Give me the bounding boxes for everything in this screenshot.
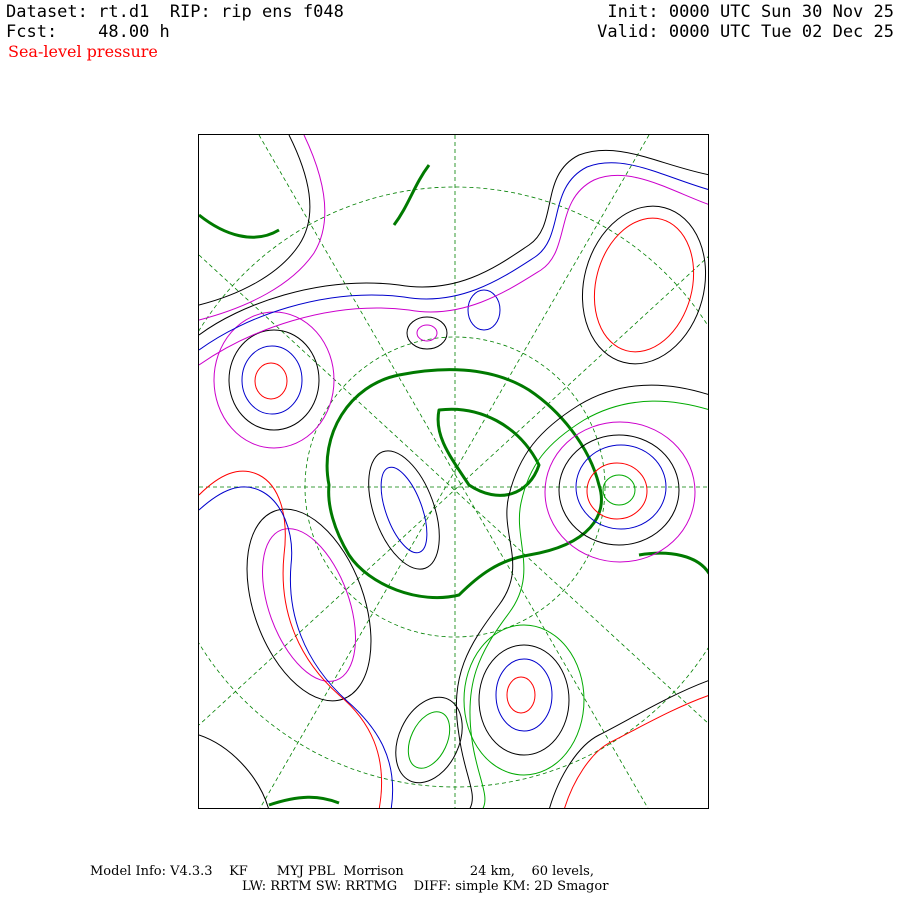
fcst-value: 48.00 h [98,22,170,42]
latitude-circle [199,135,709,809]
isobar [506,676,536,714]
latlon-grid [199,135,709,809]
dataset-value: rt.d1 [98,2,150,22]
isobar [602,474,636,506]
isobar [395,696,463,784]
isobar [199,470,383,808]
fcst-label: Fcst: [6,22,58,42]
isobar [581,205,707,365]
rip-value: rip ens f048 [221,2,344,22]
isobar [199,734,269,808]
isobar [213,311,335,449]
isobar [549,680,708,808]
valid-label: Valid: [597,22,659,42]
isobar [199,162,708,351]
continent-coast [199,213,280,239]
isobar [586,462,648,520]
valid-value: 0000 UTC Tue 02 Dec 25 [668,22,894,42]
meridian-line [259,135,650,808]
init-label: Init: [607,2,659,22]
isobar [241,345,303,415]
isobar [199,135,311,306]
isobar [199,149,708,336]
continent-coast [268,795,340,807]
isobar [406,316,448,350]
isobar [199,486,394,808]
isobar [564,695,708,808]
isobar [593,217,695,353]
isobar [246,508,372,702]
meridian-line [258,135,649,808]
peninsula-coast [436,407,541,497]
isobar [254,362,288,400]
model-info-line2: LW: RRTM SW: RRTMG DIFF: simple KM: 2D S… [242,879,609,894]
init-value: 0000 UTC Sun 30 Nov 25 [668,2,894,22]
header-left: Dataset: rt.d1 RIP: rip ens f048 Fcst: 4… [6,2,344,42]
map-canvas [199,135,709,809]
isobar [478,644,570,756]
coastlines [199,164,708,807]
rip-label: RIP: [169,2,211,22]
map-panel [198,134,709,809]
isobar [495,658,553,732]
header-right: Init: 0000 UTC Sun 30 Nov 25 Valid: 0000… [597,2,894,42]
field-name: Sea-level pressure [8,42,158,61]
isobar [463,624,585,776]
isobar [262,528,356,682]
slp-contours [199,135,708,808]
dataset-label: Dataset: [6,2,88,22]
isobar [380,466,428,554]
model-info-line1: Model Info: V4.3.3 KF MYJ PBL Morrison 2… [90,864,594,879]
continent-coast [392,164,431,226]
model-info-footer: Model Info: V4.3.3 KF MYJ PBL Morrison 2… [0,864,900,909]
isobar [368,450,440,570]
isobar [416,324,438,342]
isobar [544,421,696,563]
